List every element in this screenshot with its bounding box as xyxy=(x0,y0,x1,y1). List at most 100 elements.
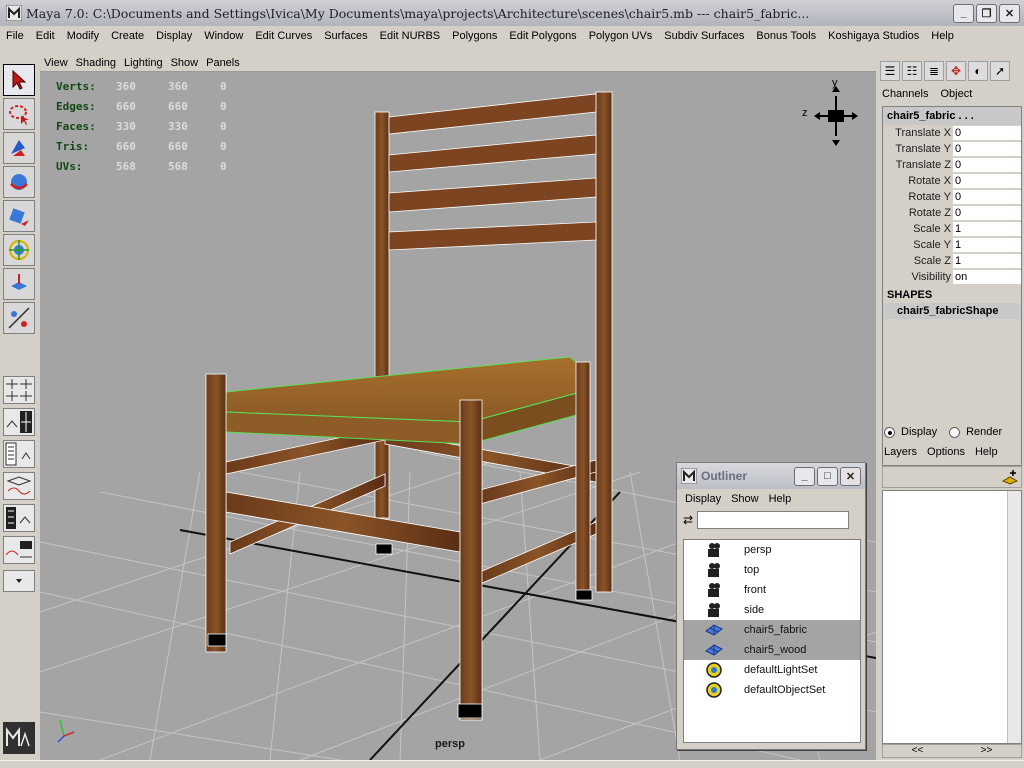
scale-tool-button[interactable] xyxy=(3,234,35,266)
selected-object-name[interactable]: chair5_fabric . . . xyxy=(883,107,1021,125)
layout-more-button[interactable] xyxy=(3,570,35,592)
attr-value-field[interactable]: 0 xyxy=(953,173,1021,189)
attribute-editor-toggle-button[interactable]: ☷ xyxy=(902,61,922,81)
new-layer-button[interactable] xyxy=(1001,468,1019,486)
layout-hypershade-button[interactable] xyxy=(3,504,35,532)
select-tool-button[interactable] xyxy=(3,64,35,96)
list-item[interactable]: chair5_wood xyxy=(684,640,860,660)
attr-row[interactable]: Rotate Y0 xyxy=(883,189,1021,205)
display-radio[interactable] xyxy=(884,426,895,438)
menu-subdiv-surfaces[interactable]: Subdiv Surfaces xyxy=(658,30,750,42)
layer-list[interactable] xyxy=(882,490,1022,744)
attr-row[interactable]: Rotate X0 xyxy=(883,173,1021,189)
ol-menu-help[interactable]: Help xyxy=(769,493,792,505)
layout-render-button[interactable] xyxy=(3,536,35,564)
menu-edit[interactable]: Edit xyxy=(30,30,61,42)
vp-menu-show[interactable]: Show xyxy=(167,57,203,69)
attr-value-field[interactable]: 1 xyxy=(953,253,1021,269)
attr-value-field[interactable]: 0 xyxy=(953,125,1021,141)
attr-value-field[interactable]: 0 xyxy=(953,157,1021,173)
menu-bonus-tools[interactable]: Bonus Tools xyxy=(750,30,822,42)
menu-edit-polygons[interactable]: Edit Polygons xyxy=(503,30,582,42)
list-item[interactable]: top xyxy=(684,560,860,580)
menu-edit-nurbs[interactable]: Edit NURBS xyxy=(374,30,447,42)
menu-create[interactable]: Create xyxy=(105,30,150,42)
layout-single-button[interactable] xyxy=(3,376,35,404)
list-item[interactable]: persp xyxy=(684,540,860,560)
attr-row[interactable]: Visibility on xyxy=(883,269,1021,285)
manipulator-tool-button[interactable] xyxy=(3,268,35,300)
list-item[interactable]: defaultObjectSet xyxy=(684,680,860,700)
menu-polygon-uvs[interactable]: Polygon UVs xyxy=(583,30,659,42)
list-item[interactable]: front xyxy=(684,580,860,600)
list-item[interactable]: side xyxy=(684,600,860,620)
list-item[interactable]: chair5_fabric xyxy=(684,620,860,640)
close-button[interactable]: ✕ xyxy=(999,3,1020,23)
attr-row[interactable]: Translate Z0 xyxy=(883,157,1021,173)
render-globals-button[interactable]: ◐ xyxy=(968,61,988,81)
layer-menu-help[interactable]: Help xyxy=(975,446,998,458)
layout-outliner-button[interactable] xyxy=(3,440,35,468)
layer-menu-layers[interactable]: Layers xyxy=(884,446,917,458)
outliner-list[interactable]: persp top front side chair5_fabric chair… xyxy=(683,539,861,743)
ol-menu-display[interactable]: Display xyxy=(685,493,721,505)
outliner-title-bar[interactable]: Outliner _ □ ✕ xyxy=(677,463,865,489)
vp-menu-lighting[interactable]: Lighting xyxy=(120,57,167,69)
cb-menu-object[interactable]: Object xyxy=(940,88,972,100)
channel-box-toggle-button[interactable]: ☰ xyxy=(880,61,900,81)
attr-row[interactable]: Translate X0 xyxy=(883,125,1021,141)
tool-settings-button[interactable]: ✥ xyxy=(946,61,966,81)
attr-value-field[interactable]: on xyxy=(953,269,1021,285)
attr-value-field[interactable]: 0 xyxy=(953,205,1021,221)
attr-row[interactable]: Scale X1 xyxy=(883,221,1021,237)
paint-select-tool-button[interactable] xyxy=(3,132,35,164)
channel-layer-toggle-button[interactable]: ≣ xyxy=(924,61,944,81)
ol-menu-show[interactable]: Show xyxy=(731,493,759,505)
menu-display[interactable]: Display xyxy=(150,30,198,42)
move-tool-button[interactable] xyxy=(3,166,35,198)
outliner-minimize-button[interactable]: _ xyxy=(794,466,815,486)
layer-nav-right-button[interactable]: >> xyxy=(981,745,993,757)
outliner-filter-input[interactable] xyxy=(697,511,850,529)
attr-name: Scale X xyxy=(913,223,951,235)
menu-help[interactable]: Help xyxy=(925,30,960,42)
menu-koshigaya-studios[interactable]: Koshigaya Studios xyxy=(822,30,925,42)
menu-polygons[interactable]: Polygons xyxy=(446,30,503,42)
attr-value-field[interactable]: 0 xyxy=(953,141,1021,157)
attr-row[interactable]: Translate Y0 xyxy=(883,141,1021,157)
soft-mod-tool-button[interactable] xyxy=(3,302,35,334)
layer-nav-left-button[interactable]: << xyxy=(912,745,924,757)
attr-value-field[interactable]: 1 xyxy=(953,221,1021,237)
attr-row[interactable]: Rotate Z0 xyxy=(883,205,1021,221)
shape-node-name[interactable]: chair5_fabricShape xyxy=(883,303,1021,319)
outliner-close-button[interactable]: ✕ xyxy=(840,466,861,486)
menu-modify[interactable]: Modify xyxy=(61,30,105,42)
menu-window[interactable]: Window xyxy=(198,30,249,42)
vp-menu-view[interactable]: View xyxy=(40,57,72,69)
filter-icon[interactable]: ⇄ xyxy=(683,513,693,527)
rotate-tool-button[interactable] xyxy=(3,200,35,232)
hotbox-arrow-button[interactable]: ➚ xyxy=(990,61,1010,81)
layer-menu-options[interactable]: Options xyxy=(927,446,965,458)
menu-surfaces[interactable]: Surfaces xyxy=(318,30,373,42)
attr-value-field[interactable]: 0 xyxy=(953,189,1021,205)
minimize-button[interactable]: _ xyxy=(953,3,974,23)
attr-value-field[interactable]: 1 xyxy=(953,237,1021,253)
menu-file[interactable]: File xyxy=(0,30,30,42)
menu-edit-curves[interactable]: Edit Curves xyxy=(249,30,318,42)
layout-four-button[interactable] xyxy=(3,408,35,436)
list-item[interactable]: defaultLightSet xyxy=(684,660,860,680)
outliner-maximize-button[interactable]: □ xyxy=(817,466,838,486)
attr-row[interactable]: Scale Z1 xyxy=(883,253,1021,269)
view-cube-icon[interactable] xyxy=(814,86,858,146)
attr-row[interactable]: Scale Y1 xyxy=(883,237,1021,253)
layer-list-scrollbar[interactable] xyxy=(1007,491,1021,743)
cb-menu-channels[interactable]: Channels xyxy=(882,88,928,100)
render-radio[interactable] xyxy=(949,426,961,438)
vp-menu-shading[interactable]: Shading xyxy=(72,57,120,69)
hud-value: 568 xyxy=(168,159,188,173)
layout-graph-button[interactable] xyxy=(3,472,35,500)
vp-menu-panels[interactable]: Panels xyxy=(202,57,244,69)
maximize-button[interactable]: ❐ xyxy=(976,3,997,23)
lasso-tool-button[interactable] xyxy=(3,98,35,130)
